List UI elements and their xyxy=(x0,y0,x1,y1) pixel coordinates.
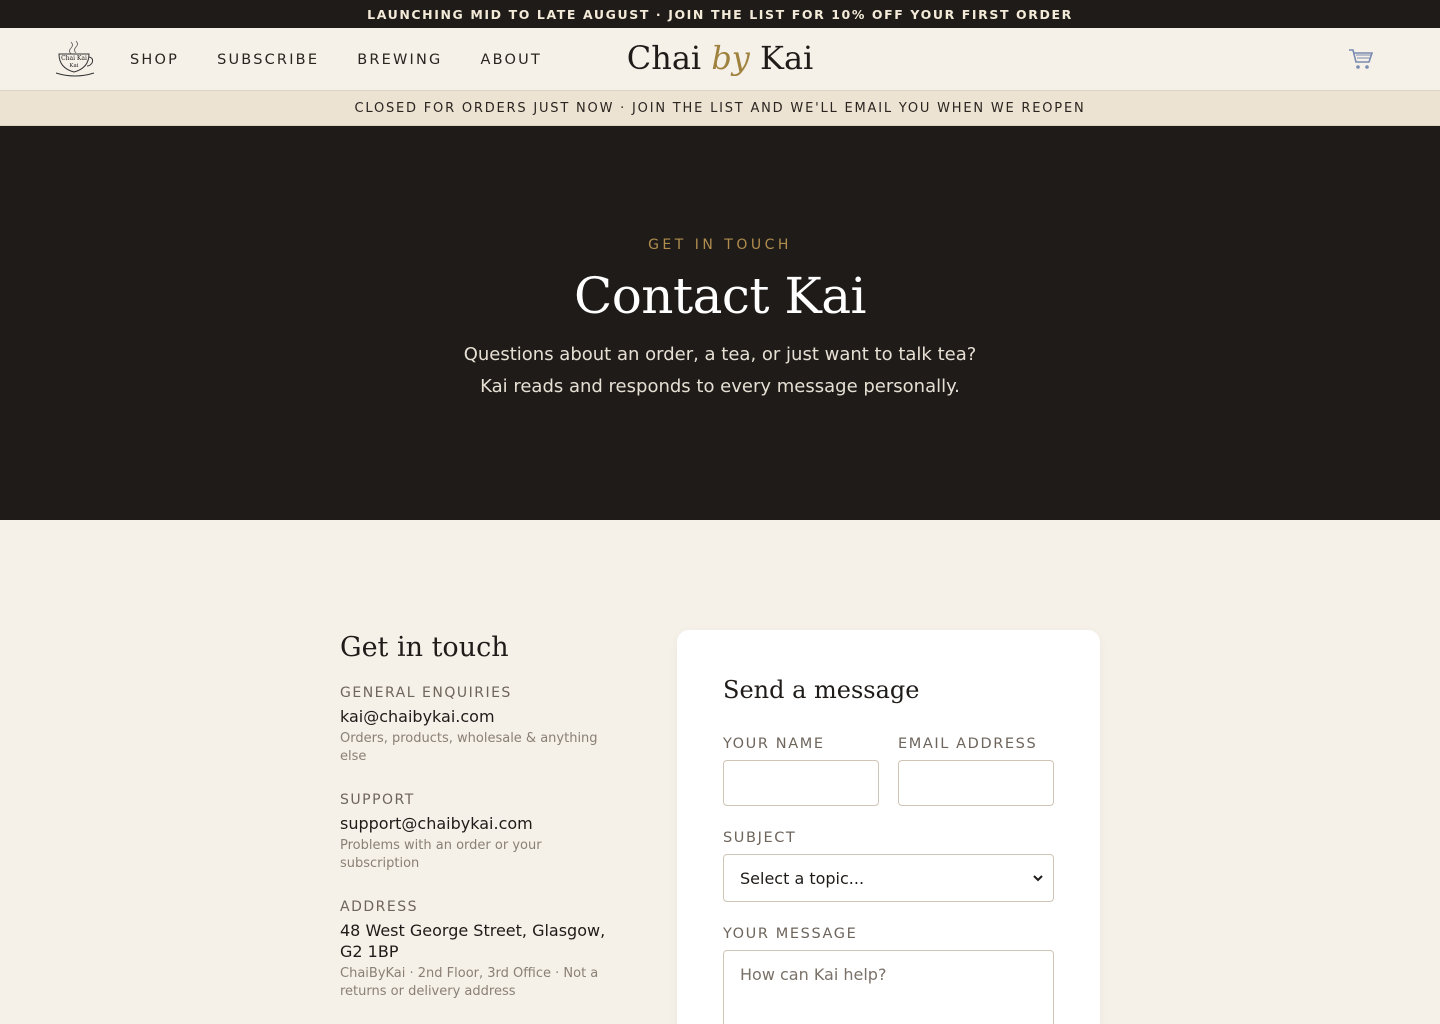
hero-description: Questions about an order, a tea, or just… xyxy=(463,344,977,397)
support-email-link[interactable]: support@chaibykai.com xyxy=(340,813,615,834)
site-header: Chai Kai Kai SHOP SUBSCRIBE BREWING ABOU… xyxy=(0,28,1440,91)
info-note: Problems with an order or your subscript… xyxy=(340,838,542,871)
subject-field-group: SUBJECT Select a topic... xyxy=(723,830,1054,902)
teacup-logo-icon[interactable]: Chai Kai Kai xyxy=(55,40,95,78)
name-label: YOUR NAME xyxy=(723,736,825,752)
subject-label: SUBJECT xyxy=(723,830,797,846)
info-general: GENERAL ENQUIRIES kai@chaibykai.com Orde… xyxy=(340,685,615,766)
message-label: YOUR MESSAGE xyxy=(723,926,858,942)
general-email-link[interactable]: kai@chaibykai.com xyxy=(340,706,615,727)
info-note: Orders, products, wholesale & anything e… xyxy=(340,731,598,764)
contact-heading: Get in touch xyxy=(340,632,509,663)
contact-hero: GET IN TOUCH Contact Kai Questions about… xyxy=(0,126,1440,520)
nav-subscribe[interactable]: SUBSCRIBE xyxy=(217,52,319,68)
cart-icon[interactable] xyxy=(1348,46,1374,72)
email-input[interactable] xyxy=(898,760,1054,806)
contact-info: Get in touch GENERAL ENQUIRIES kai@chaib… xyxy=(340,632,615,1024)
form-heading: Send a message xyxy=(723,676,920,704)
brand-part1: Chai xyxy=(626,39,702,77)
hero-eyebrow: GET IN TOUCH xyxy=(648,237,792,253)
address-value: 48 West George Street, Glasgow, G2 1BP xyxy=(340,921,606,961)
announcement-bar: LAUNCHING MID TO LATE AUGUST · JOIN THE … xyxy=(0,0,1440,28)
name-field-group: YOUR NAME xyxy=(723,736,879,806)
logo-text: Chai Kai xyxy=(61,55,87,62)
info-label: GENERAL ENQUIRIES xyxy=(340,685,512,701)
name-input[interactable] xyxy=(723,760,879,806)
subject-select-wrap: Select a topic... xyxy=(723,854,1054,902)
store-notice-text: CLOSED FOR ORDERS JUST NOW · JOIN THE LI… xyxy=(354,100,1086,116)
info-support: SUPPORT support@chaibykai.com Problems w… xyxy=(340,792,615,873)
brand-part2: Kai xyxy=(760,39,814,77)
main-nav: SHOP SUBSCRIBE BREWING ABOUT xyxy=(130,28,580,91)
message-form-card: Send a message YOUR NAME EMAIL ADDRESS S… xyxy=(677,630,1100,1024)
announcement-text: LAUNCHING MID TO LATE AUGUST · JOIN THE … xyxy=(367,6,1073,22)
info-label: SUPPORT xyxy=(340,792,415,808)
contact-content: Get in touch GENERAL ENQUIRIES kai@chaib… xyxy=(0,520,1440,1024)
nav-shop[interactable]: SHOP xyxy=(130,52,179,68)
svg-text:Kai: Kai xyxy=(69,63,78,69)
message-field-group: YOUR MESSAGE xyxy=(723,926,1054,1024)
nav-about[interactable]: ABOUT xyxy=(480,52,542,68)
store-notice-bar: CLOSED FOR ORDERS JUST NOW · JOIN THE LI… xyxy=(0,91,1440,126)
message-textarea[interactable] xyxy=(723,950,1054,1024)
name-email-row: YOUR NAME EMAIL ADDRESS xyxy=(723,736,1054,830)
info-address: ADDRESS 48 West George Street, Glasgow, … xyxy=(340,899,615,1001)
info-note: ChaiByKai · 2nd Floor, 3rd Office · Not … xyxy=(340,966,599,999)
page-title: Contact Kai xyxy=(573,267,867,325)
email-label: EMAIL ADDRESS xyxy=(898,736,1038,752)
info-label: ADDRESS xyxy=(340,899,418,915)
nav-brewing[interactable]: BREWING xyxy=(357,52,442,68)
email-field-group: EMAIL ADDRESS xyxy=(898,736,1054,806)
brand-by: by xyxy=(711,39,750,77)
subject-select[interactable]: Select a topic... xyxy=(723,854,1054,902)
